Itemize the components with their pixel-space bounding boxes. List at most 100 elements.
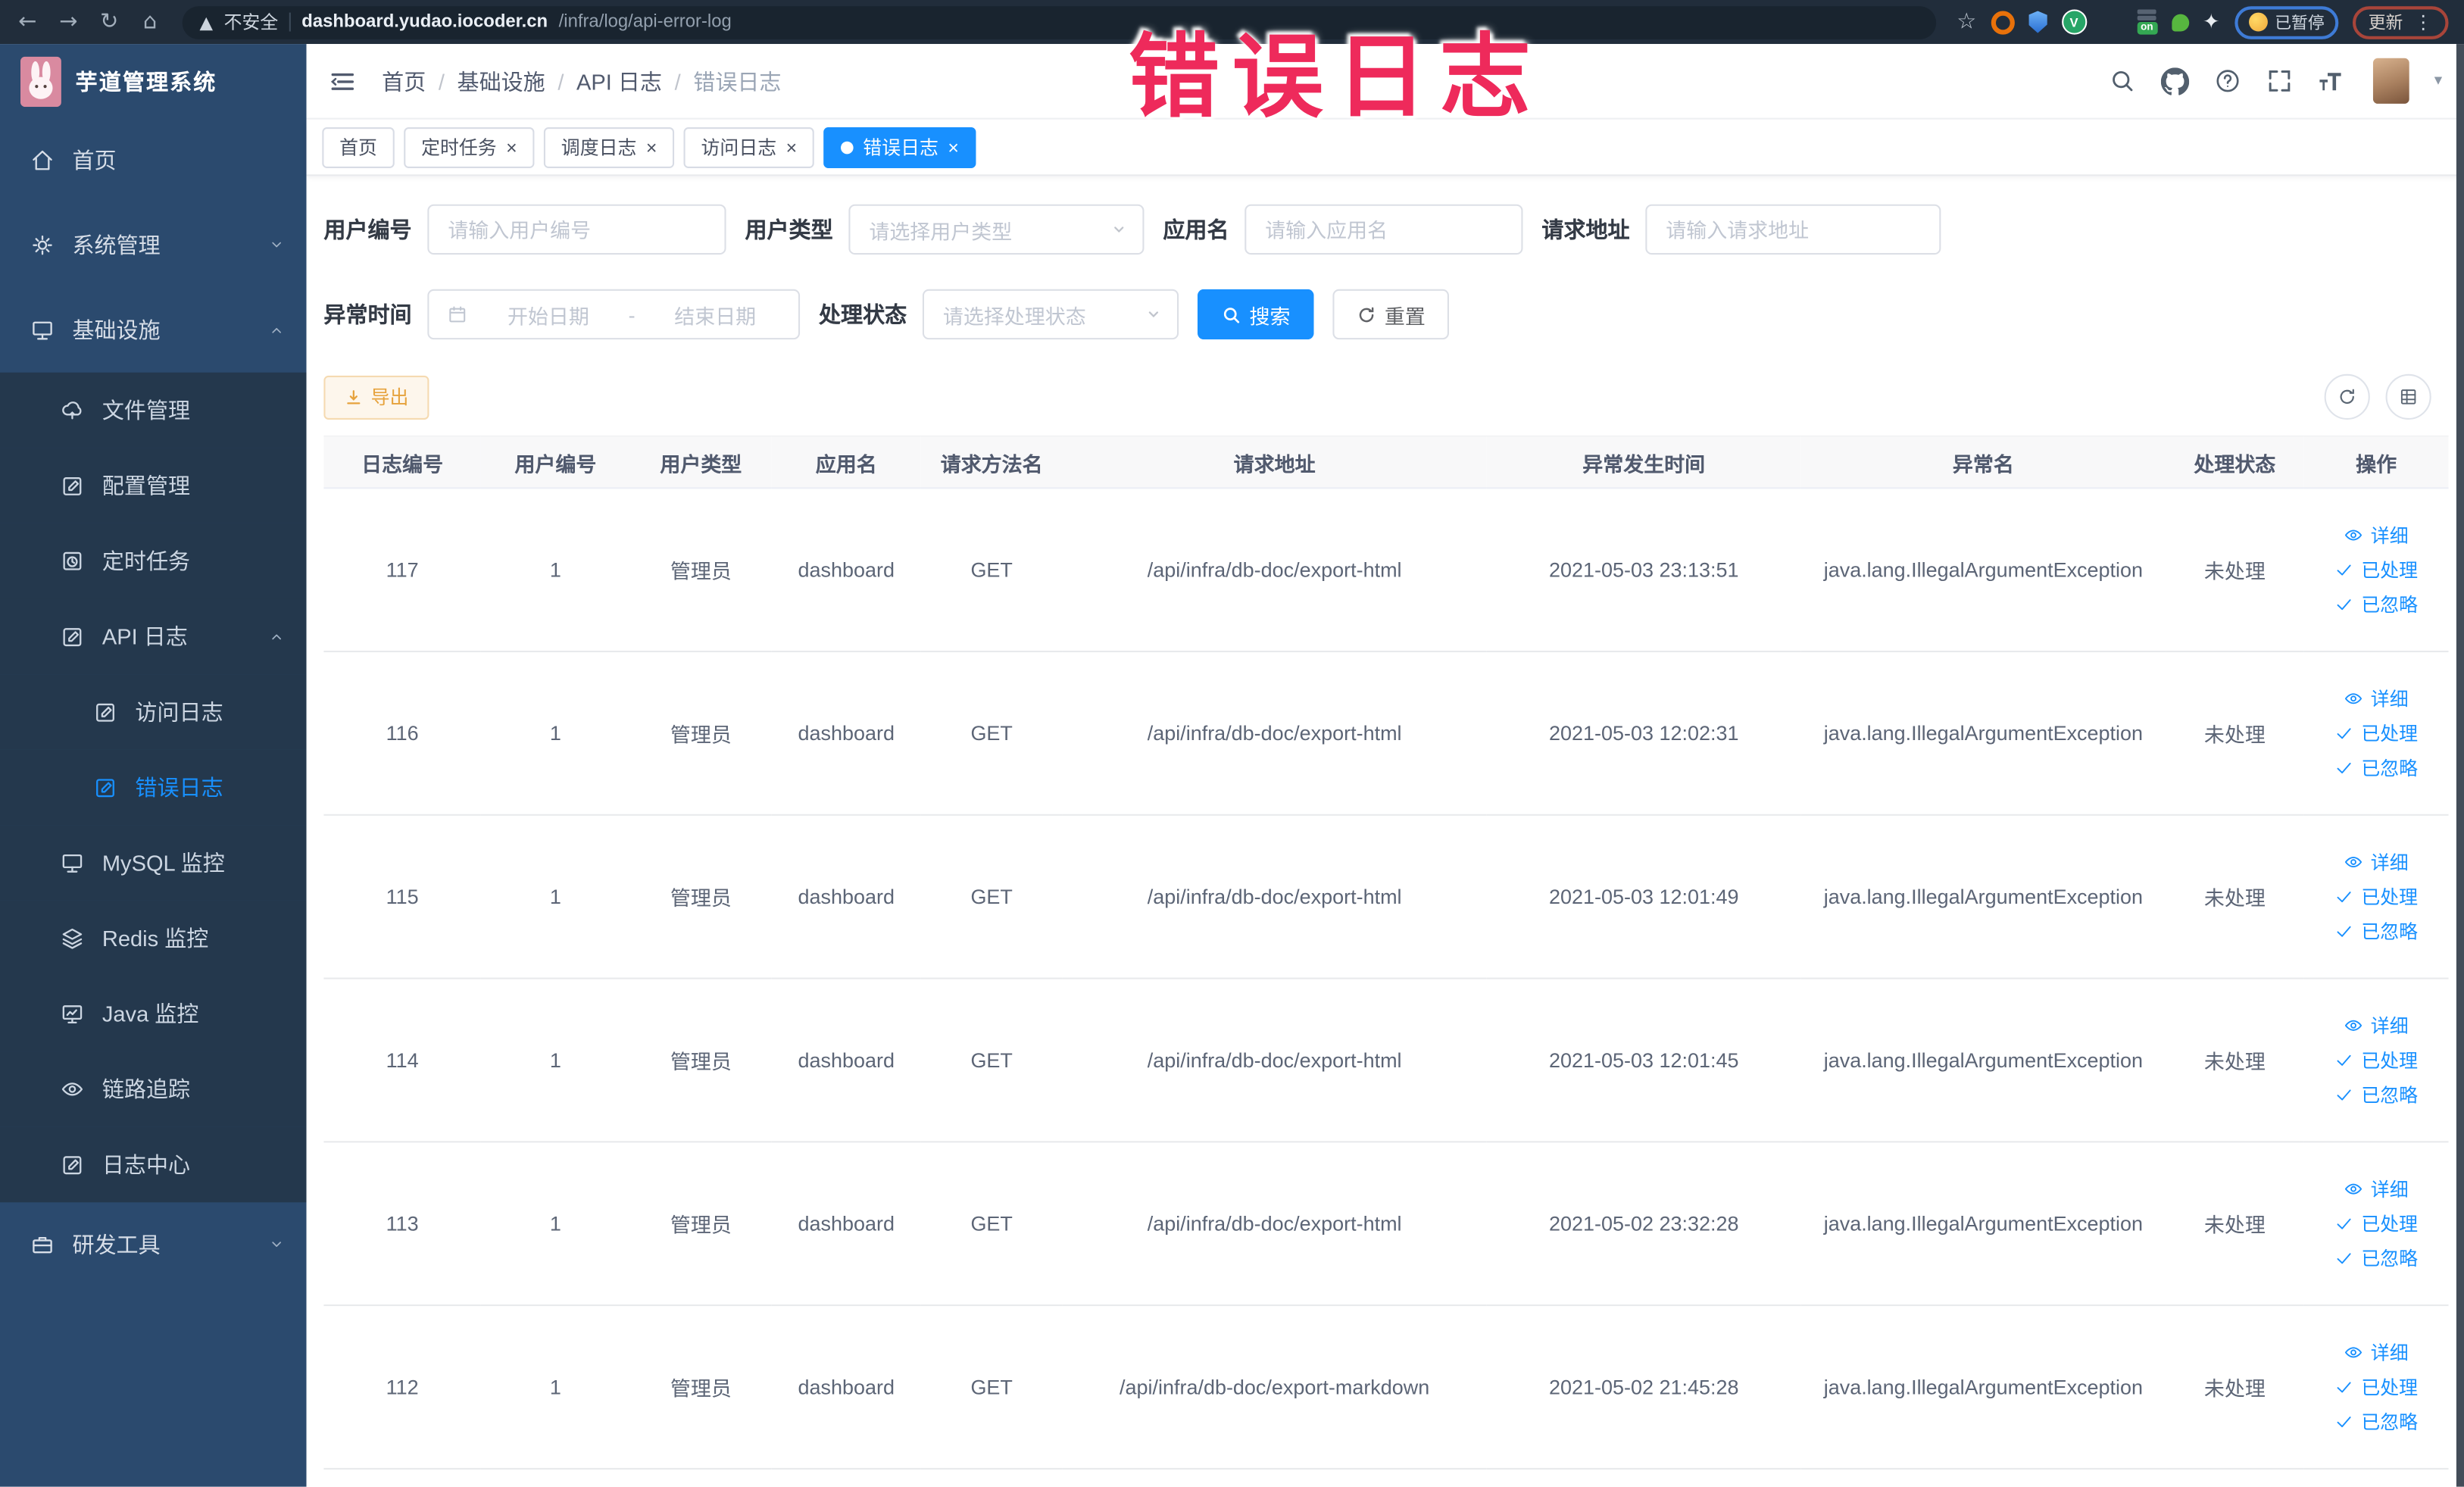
action-processed[interactable]: 已处理 bbox=[2306, 883, 2447, 910]
search-button[interactable]: 搜索 bbox=[1197, 289, 1314, 340]
breadcrumb-item[interactable]: 首页 bbox=[382, 65, 426, 96]
tab-3[interactable]: 访问日志 × bbox=[683, 127, 814, 167]
extension-icon-3[interactable]: V bbox=[2061, 9, 2087, 35]
sidebar-item-7[interactable]: 访问日志 bbox=[0, 674, 307, 750]
sidebar-item-13[interactable]: 日志中心 bbox=[0, 1126, 307, 1203]
cell-exception: java.lang.IllegalArgumentException bbox=[1800, 488, 2166, 653]
action-ignored[interactable]: 已忽略 bbox=[2306, 1245, 2447, 1271]
reload-icon[interactable]: ↻ bbox=[98, 9, 121, 34]
action-detail[interactable]: 详细 bbox=[2306, 1012, 2447, 1039]
reset-button[interactable]: 重置 bbox=[1332, 289, 1450, 340]
extension-icon-1[interactable] bbox=[1991, 10, 2015, 34]
sidebar-item-10[interactable]: Redis 监控 bbox=[0, 900, 307, 976]
action-detail[interactable]: 详细 bbox=[2306, 522, 2447, 548]
monitor-icon bbox=[62, 854, 83, 873]
breadcrumb-item[interactable]: 基础设施 bbox=[458, 65, 545, 96]
action-ignored[interactable]: 已忽略 bbox=[2306, 591, 2447, 617]
forward-icon[interactable]: → bbox=[57, 9, 80, 34]
bookmark-star-icon[interactable]: ☆ bbox=[1957, 9, 1976, 34]
back-icon[interactable]: ← bbox=[16, 9, 39, 34]
action-ignored[interactable]: 已忽略 bbox=[2306, 1081, 2447, 1107]
export-button[interactable]: 导出 bbox=[323, 374, 429, 419]
request-url-input[interactable] bbox=[1645, 204, 1941, 255]
user-menu-caret-icon[interactable]: ▾ bbox=[2434, 72, 2442, 89]
help-icon[interactable] bbox=[2214, 67, 2241, 94]
user-avatar[interactable] bbox=[2372, 58, 2409, 104]
tab-4[interactable]: 错误日志 × bbox=[823, 127, 976, 167]
refresh-table-button[interactable] bbox=[2324, 373, 2370, 420]
action-ignored[interactable]: 已忽略 bbox=[2306, 1408, 2447, 1435]
breadcrumb-item[interactable]: API 日志 bbox=[576, 65, 662, 96]
github-icon[interactable] bbox=[2160, 67, 2190, 95]
extension-icon-2[interactable] bbox=[2028, 11, 2047, 33]
tab-1[interactable]: 定时任务 × bbox=[404, 127, 535, 167]
action-processed[interactable]: 已处理 bbox=[2306, 1047, 2447, 1073]
sidebar-item-11[interactable]: Java 监控 bbox=[0, 976, 307, 1052]
action-detail[interactable]: 详细 bbox=[2306, 1176, 2447, 1202]
font-size-icon[interactable] bbox=[2318, 67, 2347, 94]
tab-0[interactable]: 首页 bbox=[322, 127, 395, 167]
app-name-input[interactable] bbox=[1244, 204, 1523, 255]
eye-icon bbox=[2345, 530, 2363, 541]
cell-url: /api/infra/db-doc/export-html bbox=[1062, 978, 1487, 1143]
user-type-select[interactable]: 请选择用户类型 bbox=[848, 204, 1145, 255]
sidebar-item-6[interactable]: API 日志 bbox=[0, 598, 307, 675]
action-processed[interactable]: 已处理 bbox=[2306, 1373, 2447, 1400]
sidebar-item-14[interactable]: 研发工具 bbox=[0, 1202, 307, 1287]
action-detail[interactable]: 详细 bbox=[2306, 686, 2447, 712]
sidebar-item-12[interactable]: 链路追踪 bbox=[0, 1051, 307, 1127]
logo-row[interactable]: 芋道管理系统 bbox=[0, 44, 307, 118]
sidebar-item-5[interactable]: 定时任务 bbox=[0, 523, 307, 599]
sidebar-item-9[interactable]: MySQL 监控 bbox=[0, 825, 307, 901]
extension-icon-4[interactable] bbox=[2100, 11, 2122, 33]
cell-actions: 详细 已处理 已忽略 bbox=[2303, 488, 2449, 653]
column-settings-button[interactable] bbox=[2385, 373, 2431, 420]
extension-icon-7[interactable]: ✦ bbox=[2203, 10, 2220, 33]
date-separator: - bbox=[628, 302, 636, 326]
cell-method: GET bbox=[920, 814, 1063, 979]
close-icon[interactable]: × bbox=[646, 138, 657, 157]
sidebar-item-label: 日志中心 bbox=[101, 1151, 191, 1178]
sidebar-item-1[interactable]: 系统管理 bbox=[0, 203, 307, 288]
tab-2[interactable]: 调度日志 × bbox=[543, 127, 675, 167]
cell-app: dashboard bbox=[771, 1305, 921, 1470]
close-icon[interactable]: × bbox=[786, 138, 798, 157]
extension-icon-5[interactable]: on bbox=[2136, 9, 2157, 35]
home-icon bbox=[33, 150, 52, 170]
close-icon[interactable]: × bbox=[948, 138, 959, 157]
action-processed[interactable]: 已处理 bbox=[2306, 556, 2447, 583]
fullscreen-icon[interactable] bbox=[2266, 67, 2293, 94]
stage: ← → ↻ ⌂ ▲ 不安全 dashboard.yudao.iocoder.cn… bbox=[0, 0, 2464, 1487]
paused-badge[interactable]: 已暂停 bbox=[2234, 5, 2339, 39]
collapse-menu-icon[interactable] bbox=[329, 67, 357, 95]
action-processed[interactable]: 已处理 bbox=[2306, 720, 2447, 746]
sidebar-item-0[interactable]: 首页 bbox=[0, 118, 307, 203]
tab-label: 定时任务 bbox=[421, 136, 497, 159]
cell-user_type: 管理员 bbox=[629, 1142, 772, 1307]
action-ignored[interactable]: 已忽略 bbox=[2306, 918, 2447, 945]
scrollbar[interactable] bbox=[2456, 44, 2464, 1487]
main-panel: 首页 / 基础设施 / API 日志 / 错误日志 ▾ 首页 定时任务 × 调度日志 × 访问日志 × 错… bbox=[306, 44, 2464, 1487]
sidebar-item-8[interactable]: 错误日志 bbox=[0, 749, 307, 826]
exception-time-range-picker[interactable]: 开始日期 - 结束日期 bbox=[427, 289, 801, 340]
browser-menu-icon[interactable]: ⋮ bbox=[2414, 11, 2433, 33]
update-badge[interactable]: 更新 ⋮ bbox=[2352, 5, 2449, 39]
extension-icon-6[interactable] bbox=[2171, 13, 2189, 31]
search-icon[interactable] bbox=[2109, 67, 2135, 94]
action-ignored[interactable]: 已忽略 bbox=[2306, 754, 2447, 781]
sidebar-item-4[interactable]: 配置管理 bbox=[0, 448, 307, 523]
close-icon[interactable]: × bbox=[506, 138, 517, 157]
home-icon[interactable]: ⌂ bbox=[139, 9, 162, 34]
sidebar-item-2[interactable]: 基础设施 bbox=[0, 288, 307, 373]
address-bar[interactable]: ▲ 不安全 dashboard.yudao.iocoder.cn/infra/l… bbox=[182, 5, 1937, 39]
column-header: 请求方法名 bbox=[920, 435, 1063, 489]
cell-time: 2021-05-03 12:01:45 bbox=[1486, 978, 1801, 1143]
action-detail[interactable]: 详细 bbox=[2306, 1339, 2447, 1366]
action-processed[interactable]: 已处理 bbox=[2306, 1211, 2447, 1237]
sidebar-item-3[interactable]: 文件管理 bbox=[0, 372, 307, 448]
cell-time: 2021-05-02 23:32:28 bbox=[1486, 1142, 1801, 1307]
user-id-input[interactable] bbox=[427, 204, 726, 255]
action-detail[interactable]: 详细 bbox=[2306, 848, 2447, 875]
process-status-select[interactable]: 请选择处理状态 bbox=[922, 289, 1179, 340]
sidebar-item-label: 文件管理 bbox=[101, 397, 191, 423]
